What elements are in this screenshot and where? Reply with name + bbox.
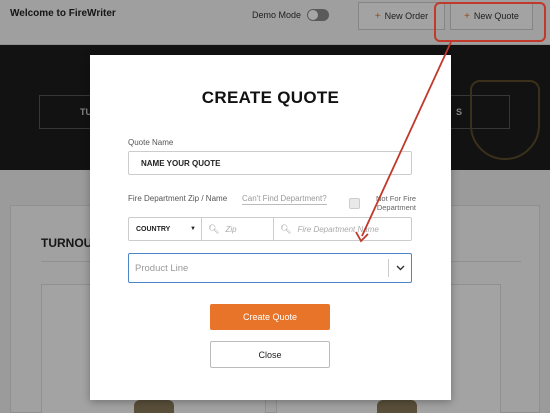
zip-placeholder: Zip (225, 224, 237, 234)
not-for-fire-department-checkbox[interactable] (349, 198, 360, 209)
search-icon: 🔍︎ (208, 223, 220, 234)
chevron-down-icon[interactable] (389, 263, 411, 273)
product-line-placeholder: Product Line (135, 262, 189, 274)
not-for-fire-department-label: Not For Fire Department (375, 194, 416, 212)
department-label: Fire Department Zip / Name (128, 194, 228, 203)
quote-name-label: Quote Name (128, 138, 174, 147)
department-search-row: COUNTRY ▼ 🔍︎ Zip 🔍︎ Fire Department Name (128, 217, 412, 241)
annotation-highlight-box (434, 2, 546, 42)
create-quote-modal: CREATE QUOTE Quote Name Fire Department … (90, 55, 451, 400)
caret-down-icon: ▼ (190, 226, 196, 232)
cant-find-department-link[interactable]: Can't Find Department? (242, 194, 327, 205)
product-line-select[interactable]: Product Line (128, 253, 412, 283)
zip-input[interactable]: 🔍︎ Zip (202, 218, 274, 240)
search-icon: 🔍︎ (280, 223, 292, 234)
country-select[interactable]: COUNTRY ▼ (129, 218, 202, 240)
create-quote-button[interactable]: Create Quote (210, 304, 330, 330)
quote-name-input[interactable] (128, 151, 412, 175)
department-name-input[interactable]: 🔍︎ Fire Department Name (274, 218, 411, 240)
modal-title: CREATE QUOTE (201, 88, 340, 107)
department-name-placeholder: Fire Department Name (297, 224, 379, 234)
country-value: COUNTRY (136, 225, 171, 233)
close-button[interactable]: Close (210, 341, 330, 368)
